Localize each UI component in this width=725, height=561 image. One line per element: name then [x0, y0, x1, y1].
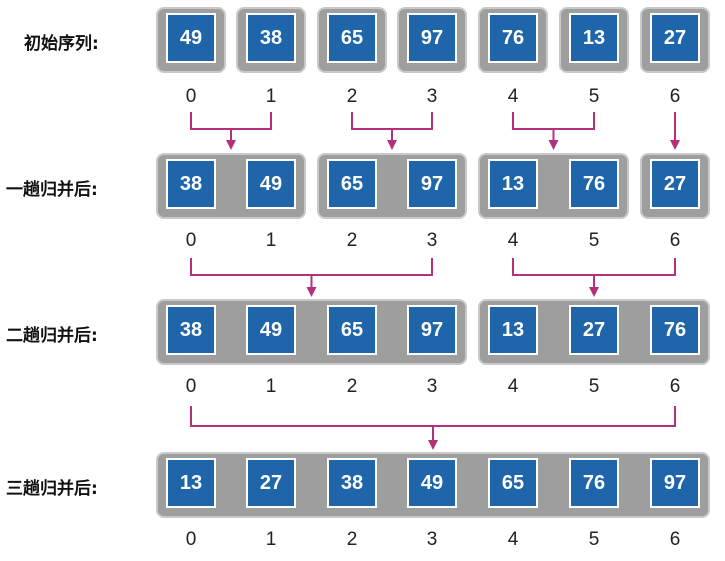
value-cell: 76	[650, 305, 700, 355]
index-label: 6	[669, 230, 681, 251]
merge-bracket	[512, 258, 676, 276]
index-label: 3	[426, 230, 438, 251]
value-cell: 38	[166, 305, 216, 355]
merge-bracket	[190, 258, 433, 276]
index-label: 0	[185, 86, 197, 107]
value-cell: 49	[246, 305, 296, 355]
index-label: 6	[669, 86, 681, 107]
index-label: 1	[265, 86, 277, 107]
index-label: 5	[588, 230, 600, 251]
value-cell: 65	[327, 13, 377, 63]
value-cell: 38	[246, 13, 296, 63]
arrow-head	[226, 140, 236, 150]
value-cell: 27	[246, 458, 296, 508]
arrow-head	[387, 140, 397, 150]
index-label: 3	[426, 529, 438, 550]
value-cell: 38	[327, 458, 377, 508]
index-label: 2	[346, 376, 358, 397]
row-label: 一趟归并后:	[6, 180, 98, 200]
index-label: 1	[265, 529, 277, 550]
index-label: 4	[507, 529, 519, 550]
index-label: 0	[185, 529, 197, 550]
value-cell: 97	[650, 458, 700, 508]
index-label: 2	[346, 86, 358, 107]
index-label: 2	[346, 230, 358, 251]
index-label: 5	[588, 376, 600, 397]
index-label: 4	[507, 376, 519, 397]
value-cell: 49	[246, 159, 296, 209]
index-label: 1	[265, 376, 277, 397]
value-cell: 76	[569, 458, 619, 508]
value-cell: 13	[166, 458, 216, 508]
merge-bracket	[190, 112, 272, 130]
value-cell: 65	[327, 159, 377, 209]
value-cell: 49	[407, 458, 457, 508]
value-cell: 49	[166, 13, 216, 63]
value-cell: 97	[407, 305, 457, 355]
row-label: 初始序列:	[24, 34, 99, 54]
index-label: 4	[507, 86, 519, 107]
value-cell: 27	[569, 305, 619, 355]
index-label: 3	[426, 376, 438, 397]
value-cell: 97	[407, 13, 457, 63]
arrow-head	[306, 287, 317, 297]
value-cell: 97	[407, 159, 457, 209]
index-label: 5	[588, 529, 600, 550]
merge-bracket	[190, 406, 676, 427]
index-label: 3	[426, 86, 438, 107]
arrow-head	[428, 440, 438, 450]
index-label: 0	[185, 230, 197, 251]
index-label: 4	[507, 230, 519, 251]
index-label: 5	[588, 86, 600, 107]
value-cell: 13	[488, 305, 538, 355]
value-cell: 38	[166, 159, 216, 209]
row-label: 二趟归并后:	[6, 326, 98, 346]
value-cell: 13	[488, 159, 538, 209]
value-cell: 76	[569, 159, 619, 209]
arrow-head	[589, 287, 599, 297]
index-label: 6	[669, 376, 681, 397]
index-label: 6	[669, 529, 681, 550]
value-cell: 65	[327, 305, 377, 355]
row-label: 三趟归并后:	[6, 479, 98, 499]
value-cell: 27	[650, 13, 700, 63]
value-cell: 76	[488, 13, 538, 63]
merge-bracket	[351, 112, 433, 130]
index-label: 2	[346, 529, 358, 550]
merge-sort-diagram: 初始序列: 49 38 65 97 76 13 27 0 1 2 3 4 5 6 一趟归并后: 38 49 65 97…	[0, 0, 725, 561]
value-cell: 27	[650, 159, 700, 209]
arrow-head	[548, 140, 559, 150]
arrow-head	[670, 140, 680, 150]
value-cell: 13	[569, 13, 619, 63]
value-cell: 65	[488, 458, 538, 508]
merge-bracket	[512, 112, 595, 130]
index-label: 1	[265, 230, 277, 251]
index-label: 0	[185, 376, 197, 397]
